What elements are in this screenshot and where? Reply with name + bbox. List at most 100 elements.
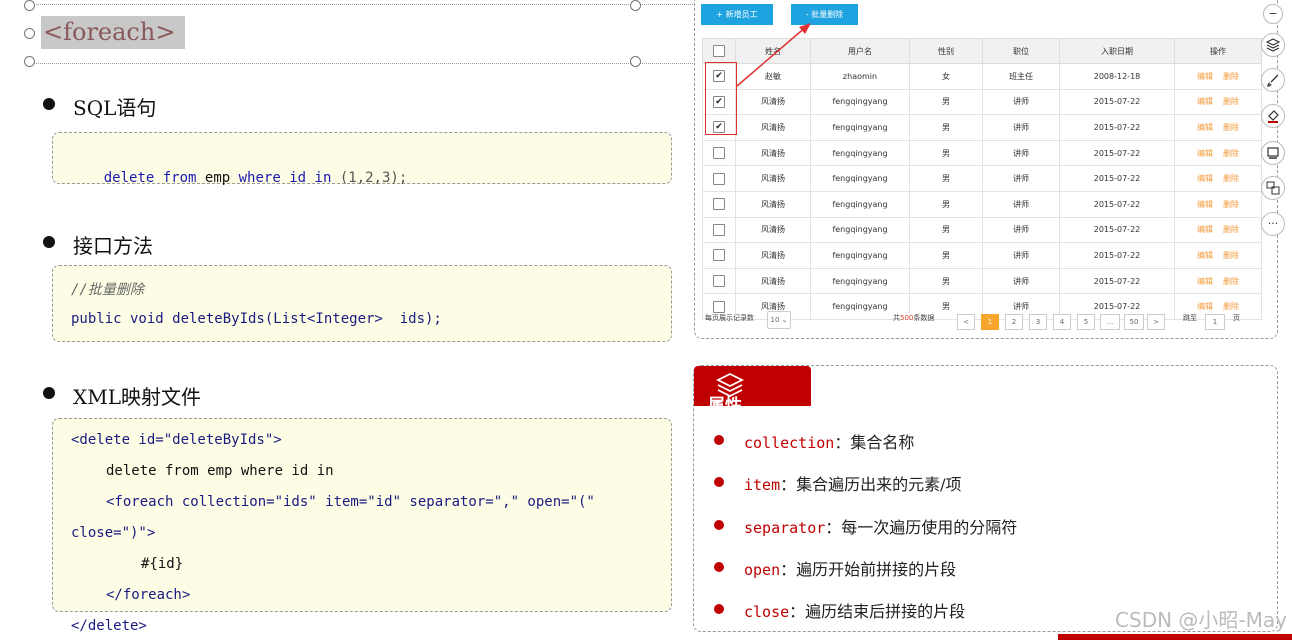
edit-link[interactable]: 编辑 — [1197, 174, 1213, 183]
delete-link[interactable]: 删除 — [1223, 251, 1239, 260]
resize-handle[interactable] — [24, 0, 35, 11]
edit-link[interactable]: 编辑 — [1197, 251, 1213, 260]
resize-handle[interactable] — [24, 56, 35, 67]
edit-link[interactable]: 编辑 — [1197, 302, 1213, 311]
table-row[interactable]: 风清扬 fengqingyang 男讲师 2015-07-22 编辑 删除 — [702, 190, 1262, 218]
edit-link[interactable]: 编辑 — [1197, 225, 1213, 234]
cell-actions: 编辑 删除 — [1174, 88, 1262, 116]
code-line: </delete> — [71, 618, 147, 634]
delete-link[interactable]: 删除 — [1223, 123, 1239, 132]
checkbox[interactable] — [713, 172, 725, 185]
page-button[interactable]: 50 — [1124, 314, 1144, 330]
row-select[interactable] — [702, 267, 736, 295]
edit-link[interactable]: 编辑 — [1197, 149, 1213, 158]
delete-link[interactable]: 删除 — [1223, 225, 1239, 234]
checkbox[interactable] — [713, 223, 725, 236]
layers-icon[interactable] — [1261, 33, 1285, 57]
jump-label: 跳至 — [1183, 314, 1197, 322]
column-header: 操作 — [1174, 38, 1262, 64]
cell-actions: 编辑 删除 — [1174, 216, 1262, 244]
checkbox[interactable] — [713, 198, 725, 211]
property-desc: ：集合遍历出来的元素/项 — [780, 475, 962, 495]
code-token: (1,2,3); — [339, 170, 408, 186]
checkbox[interactable] — [713, 45, 725, 57]
table-row[interactable]: 风清扬 fengqingyang 男讲师 2015-07-22 编辑 删除 — [702, 165, 1262, 192]
table-row[interactable]: 风清扬 fengqingyang 男讲师 2015-07-22 编辑 删除 — [702, 267, 1262, 295]
table-row[interactable]: 风清扬 fengqingyang 男讲师 2015-07-22 编辑 删除 — [702, 242, 1262, 269]
edit-link[interactable]: 编辑 — [1197, 97, 1213, 106]
code-token: in — [314, 170, 332, 186]
more-icon[interactable]: ··· — [1261, 212, 1285, 236]
resize-handle[interactable] — [630, 0, 641, 11]
code-line: <delete id="deleteByIds"> — [71, 432, 282, 448]
column-header: 职位 — [982, 38, 1060, 64]
bullet-icon — [714, 519, 724, 530]
cell-name: 风清扬 — [735, 139, 811, 167]
cell-gender: 男 — [909, 88, 983, 116]
cell-job: 讲师 — [982, 139, 1060, 167]
page-button[interactable]: 3 — [1029, 314, 1047, 330]
table-row[interactable]: 风清扬 fengqingyang 男讲师 2015-07-22 编辑 删除 — [702, 216, 1262, 244]
property-key: close — [744, 603, 790, 622]
header-select-all[interactable] — [702, 38, 736, 64]
prev-page-button[interactable]: < — [957, 314, 975, 330]
xml-code-block[interactable]: <delete id="deleteByIds"> delete from em… — [52, 418, 672, 612]
edit-link[interactable]: 编辑 — [1197, 123, 1213, 132]
column-header: 用户名 — [810, 38, 910, 64]
page-button[interactable]: ... — [1100, 314, 1120, 330]
cell-actions: 编辑 删除 — [1174, 165, 1262, 192]
page-button[interactable]: 2 — [1005, 314, 1023, 330]
table-row[interactable]: ✔ 风清扬 fengqingyang 男讲师 2015-07-22 编辑 删除 — [702, 88, 1262, 116]
page-button[interactable]: 5 — [1077, 314, 1095, 330]
resize-handle[interactable] — [630, 56, 641, 67]
row-select[interactable] — [702, 242, 736, 269]
next-page-button[interactable]: > — [1147, 314, 1165, 330]
page-button[interactable]: 4 — [1053, 314, 1071, 330]
cell-gender: 男 — [909, 242, 983, 269]
translate-icon[interactable] — [1261, 176, 1285, 200]
edit-link[interactable]: 编辑 — [1197, 200, 1213, 209]
row-select[interactable] — [702, 216, 736, 244]
page-size-label: 每页展示记录数 — [705, 314, 754, 322]
screen-icon[interactable] — [1261, 141, 1285, 165]
delete-link[interactable]: 删除 — [1223, 72, 1239, 81]
eraser-icon[interactable] — [1261, 104, 1285, 128]
cell-job: 讲师 — [982, 114, 1060, 141]
edit-link[interactable]: 编辑 — [1197, 277, 1213, 286]
table-row[interactable]: ✔ 风清扬 fengqingyang 男讲师 2015-07-22 编辑 删除 — [702, 114, 1262, 141]
checkbox[interactable] — [713, 249, 725, 262]
table-row[interactable]: 风清扬 fengqingyang 男讲师 2015-07-22 编辑 删除 — [702, 139, 1262, 167]
delete-link[interactable]: 删除 — [1223, 200, 1239, 209]
cell-actions: 编辑 删除 — [1174, 114, 1262, 141]
cell-date: 2008-12-18 — [1059, 63, 1175, 90]
page-size-select[interactable]: 10 ⌄ — [767, 311, 791, 329]
delete-link[interactable]: 删除 — [1223, 149, 1239, 158]
cell-job: 讲师 — [982, 242, 1060, 269]
sql-code-block[interactable]: delete from emp where id in (1,2,3); — [52, 132, 672, 186]
property-key: open — [744, 560, 781, 579]
delete-link[interactable]: 删除 — [1223, 97, 1239, 106]
row-select[interactable] — [702, 190, 736, 218]
cell-username: fengqingyang — [810, 165, 910, 192]
edit-link[interactable]: 编辑 — [1197, 72, 1213, 81]
brush-icon[interactable] — [1261, 68, 1285, 92]
page-button[interactable]: 1 — [981, 314, 999, 330]
delete-link[interactable]: 删除 — [1223, 302, 1239, 311]
delete-link[interactable]: 删除 — [1223, 174, 1239, 183]
checkbox[interactable] — [713, 147, 725, 160]
bullet-icon — [43, 98, 55, 110]
jump-input[interactable]: 1 — [1205, 314, 1225, 330]
cell-date: 2015-07-22 — [1059, 190, 1175, 218]
slide-title[interactable]: <foreach> — [41, 16, 185, 49]
resize-handle[interactable] — [24, 28, 35, 39]
cell-date: 2015-07-22 — [1059, 88, 1175, 116]
minus-icon[interactable]: − — [1263, 4, 1283, 24]
row-select[interactable] — [702, 165, 736, 192]
row-select[interactable] — [702, 139, 736, 167]
checkbox[interactable] — [713, 300, 725, 313]
interface-code-block[interactable]: //批量删除 public void deleteByIds(List<Inte… — [52, 265, 672, 342]
checkbox[interactable] — [713, 275, 725, 288]
cell-username: zhaomin — [810, 63, 910, 90]
delete-link[interactable]: 删除 — [1223, 277, 1239, 286]
cell-job: 讲师 — [982, 88, 1060, 116]
